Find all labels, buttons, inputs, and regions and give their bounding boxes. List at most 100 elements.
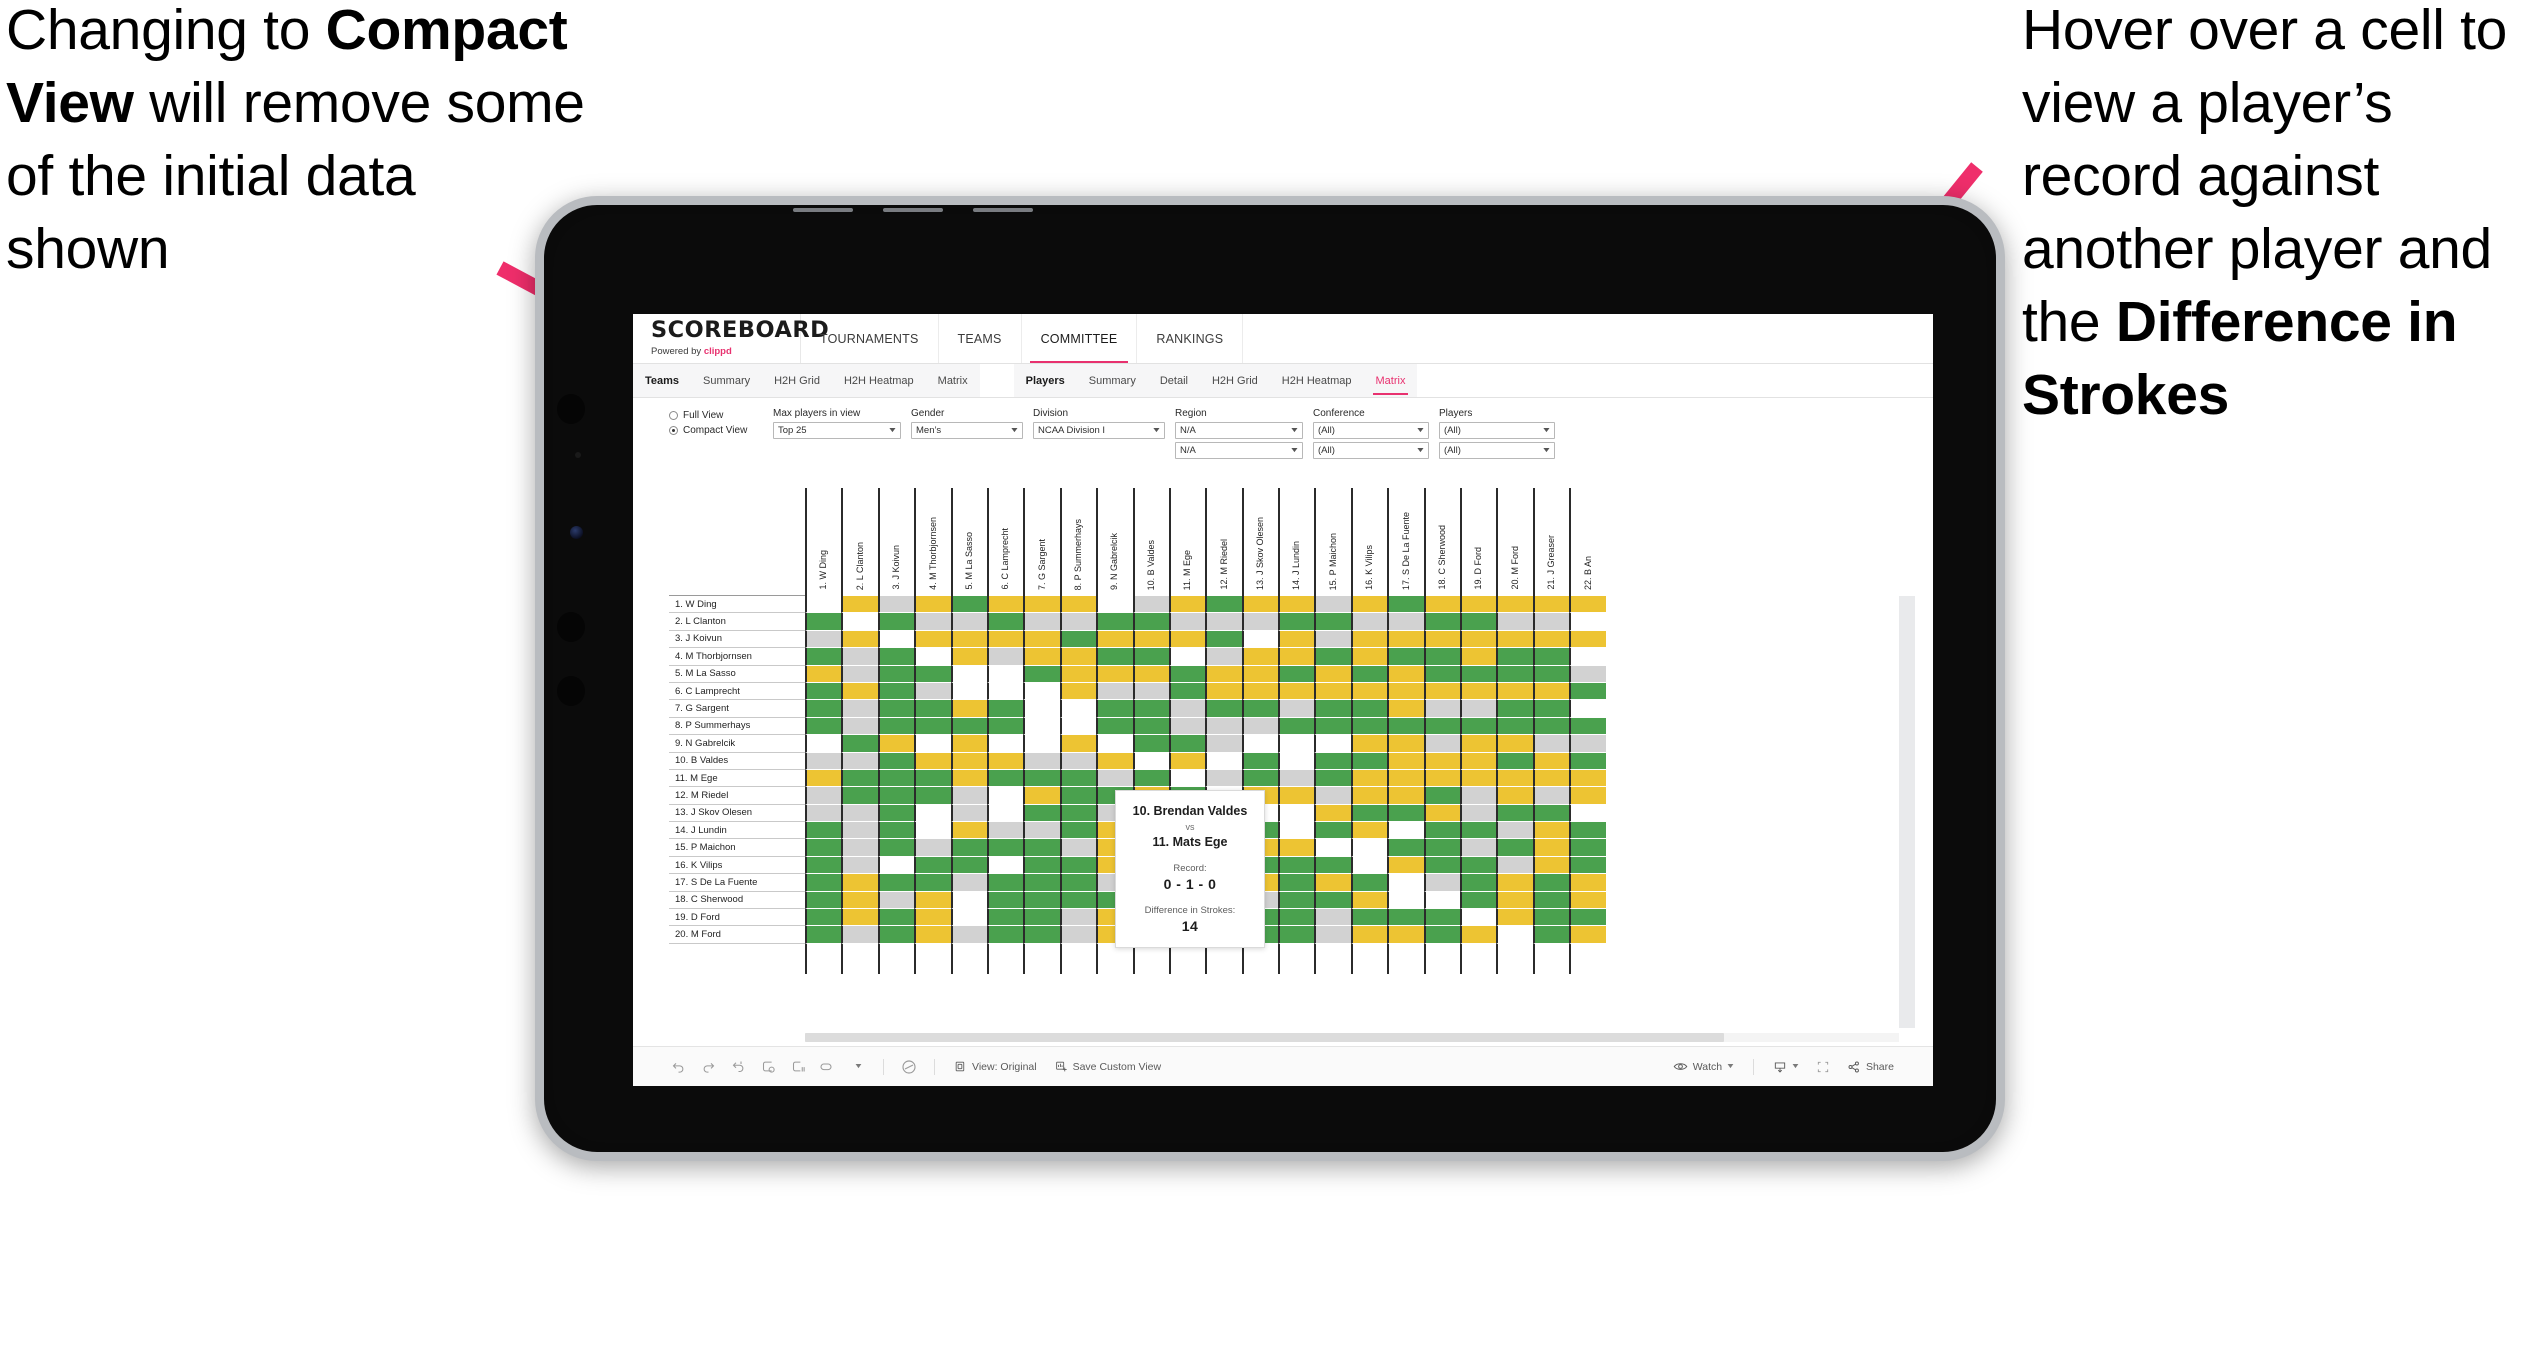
matrix-cell[interactable] [1460,735,1497,753]
matrix-cell[interactable] [1314,630,1351,649]
matrix-cell[interactable] [1423,735,1461,753]
matrix-cell[interactable] [986,909,1024,927]
matrix-cell[interactable] [1423,926,1461,944]
matrix-cell[interactable] [1278,630,1315,649]
filter-select-players-2[interactable]: (All) ▼ [1439,442,1555,459]
matrix-cell[interactable] [914,665,951,683]
matrix-cell[interactable] [1096,717,1133,736]
matrix-cell[interactable] [841,665,878,683]
matrix-cell[interactable] [1569,804,1606,823]
matrix-cell[interactable] [1314,648,1351,666]
volume-button-up[interactable] [557,394,585,424]
scrollbar-thumb[interactable] [805,1033,1724,1042]
matrix-cell[interactable] [1350,613,1388,631]
matrix-cell[interactable] [841,891,878,910]
matrix-cell[interactable] [841,682,878,701]
matrix-cell[interactable] [1460,891,1497,910]
matrix-cell[interactable] [1569,926,1606,944]
matrix-cell[interactable] [1532,665,1570,683]
matrix-cell[interactable] [1460,630,1497,649]
matrix-cell[interactable] [841,648,878,666]
matrix-cell[interactable] [1569,717,1606,736]
subtab-matrix[interactable]: Matrix [1364,364,1418,397]
matrix-cell[interactable] [841,874,878,892]
matrix-cell[interactable] [950,856,987,875]
matrix-cell[interactable] [1350,926,1388,944]
matrix-row-label[interactable]: 10. B Valdes [669,752,805,770]
matrix-cell[interactable] [986,856,1024,875]
matrix-cell[interactable] [1059,717,1097,736]
matrix-cell[interactable] [877,839,915,857]
matrix-col-header[interactable]: 10. B Valdes [1132,488,1169,596]
matrix-cell[interactable] [877,769,915,788]
matrix-col-header[interactable]: 6. C Lamprecht [986,488,1023,596]
chevron-down-icon[interactable]: ▼ [1791,1063,1801,1070]
matrix-cell[interactable] [877,752,915,770]
matrix-cell[interactable] [1023,630,1060,649]
matrix-cell[interactable] [1314,596,1351,614]
matrix-row-label[interactable]: 2. L Clanton [669,613,805,631]
matrix-cell[interactable] [805,735,842,753]
matrix-col-header[interactable]: 8. P Summerhays [1059,488,1096,596]
matrix-cell[interactable] [1460,717,1497,736]
matrix-cell[interactable] [1314,891,1351,910]
matrix-cell[interactable] [1278,909,1315,927]
matrix-cell[interactable] [1278,613,1315,631]
matrix-cell[interactable] [1096,700,1133,718]
matrix-cell[interactable] [986,804,1024,823]
matrix-cell[interactable] [950,648,987,666]
matrix-cell[interactable] [1569,891,1606,910]
matrix-cell[interactable] [841,630,878,649]
matrix-cell[interactable] [1096,665,1133,683]
matrix-cell[interactable] [1423,648,1461,666]
matrix-cell[interactable] [805,769,842,788]
matrix-cell[interactable] [1423,665,1461,683]
matrix-cell[interactable] [1278,787,1315,805]
matrix-cell[interactable] [1132,752,1169,770]
matrix-cell[interactable] [877,891,915,910]
matrix-cell[interactable] [1387,856,1424,875]
matrix-cell[interactable] [1387,735,1424,753]
matrix-col-header[interactable]: 20. M Ford [1496,488,1532,596]
matrix-cell[interactable] [1460,613,1497,631]
matrix-cell[interactable] [841,909,878,927]
matrix-cell[interactable] [1532,909,1570,927]
matrix-cell[interactable] [1423,630,1461,649]
matrix-cell[interactable] [1278,874,1315,892]
matrix-cell[interactable] [1569,822,1606,840]
matrix-cell[interactable] [805,822,842,840]
matrix-cell[interactable] [1059,630,1097,649]
matrix-cell[interactable] [986,874,1024,892]
matrix-cell[interactable] [1132,769,1169,788]
matrix-cell[interactable] [805,700,842,718]
matrix-cell[interactable] [914,804,951,823]
matrix-cell[interactable] [914,822,951,840]
matrix-cell[interactable] [1132,613,1169,631]
matrix-cell[interactable] [1132,630,1169,649]
matrix-cell[interactable] [1350,839,1388,857]
matrix-cell[interactable] [841,839,878,857]
filter-select-conference[interactable]: (All) ▼ [1313,422,1429,439]
matrix-cell[interactable] [877,822,915,840]
matrix-cell[interactable] [1241,769,1279,788]
matrix-row-label[interactable]: 20. M Ford [669,926,805,944]
matrix-row-label[interactable]: 7. G Sargent [669,700,805,718]
matrix-cell[interactable] [914,630,951,649]
matrix-cell[interactable] [877,700,915,718]
matrix-cell[interactable] [1096,630,1133,649]
matrix-cell[interactable] [805,596,842,614]
matrix-cell[interactable] [950,926,987,944]
matrix-cell[interactable] [1205,752,1242,770]
matrix-cell[interactable] [1350,822,1388,840]
matrix-cell[interactable] [1496,839,1533,857]
matrix-cell[interactable] [1569,787,1606,805]
watch-button[interactable]: Watch ▼ [1664,1060,1743,1073]
matrix-cell[interactable] [1532,596,1570,614]
matrix-row-label[interactable]: 14. J Lundin [669,822,805,840]
matrix-col-header[interactable]: 9. N Gabrelcik [1096,488,1132,596]
matrix-cell[interactable] [1096,648,1133,666]
matrix-col-header[interactable]: 19. D Ford [1460,488,1496,596]
matrix-cell[interactable] [1569,630,1606,649]
matrix-cell[interactable] [877,874,915,892]
matrix-cell[interactable] [1496,752,1533,770]
